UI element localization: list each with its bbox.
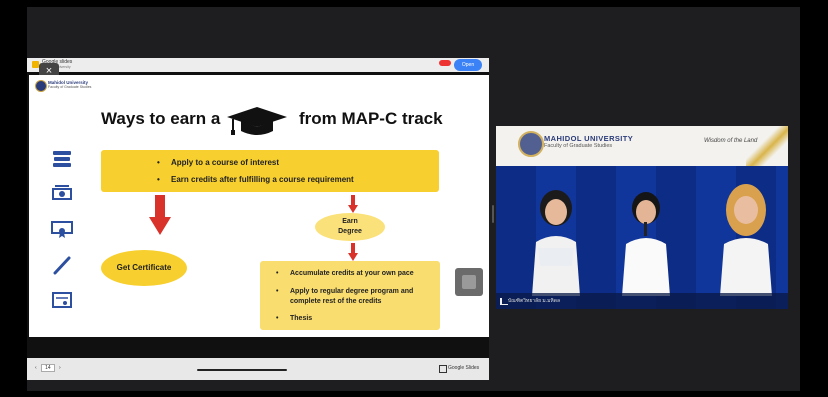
degree-step: • Accumulate credits at your own pace (276, 270, 414, 277)
arrow-down-to-degree-steps (348, 243, 358, 261)
diploma-icon (52, 292, 72, 308)
video-banner: MAHIDOL UNIVERSITY Faculty of Graduate S… (496, 126, 788, 166)
pane-splitter-handle[interactable] (492, 205, 494, 223)
certificate-icon (51, 221, 73, 238)
slide-title-left: Ways to earn a (101, 109, 221, 128)
viewer-bottom-bar: ‹ 14 › Google Slides (27, 358, 489, 380)
slide-viewer-window: Google slides Mahidol University Open × … (27, 58, 489, 380)
arrow-down-to-certificate (149, 195, 171, 235)
page-controls: ‹ 14 › (35, 364, 61, 372)
video-feed: MAHIDOL UNIVERSITY Faculty of Graduate S… (496, 126, 788, 309)
prev-page-button[interactable]: ‹ (35, 365, 37, 371)
earn-degree-oval: Earn Degree (315, 213, 385, 241)
next-page-button[interactable]: › (59, 365, 61, 371)
speaker-left (532, 190, 580, 296)
speaker-right (720, 184, 772, 296)
open-button[interactable]: Open (454, 59, 482, 71)
money-icon (52, 185, 72, 200)
speaker-middle (622, 192, 670, 296)
books-icon (53, 151, 71, 167)
app-label: Google Slides (448, 365, 480, 371)
page-number-input[interactable]: 14 (41, 364, 55, 372)
university-seal (518, 131, 544, 157)
slides-logo-icon (439, 365, 447, 373)
degree-step-continued: complete rest of the credits (290, 298, 382, 305)
banner-decoration (746, 126, 788, 166)
degree-step: • Thesis (276, 315, 313, 322)
slide-title-right: from MAP-C track (299, 109, 443, 128)
record-indicator[interactable] (439, 60, 451, 66)
side-panel-button[interactable] (455, 268, 483, 296)
scroll-indicator[interactable] (197, 369, 287, 371)
get-certificate-oval: Get Certificate (101, 250, 187, 286)
arrow-down-to-degree (348, 195, 358, 213)
course-step: • Earn credits after fulfilling a course … (157, 175, 354, 184)
viewer-title-bar: Google slides Mahidol University Open (27, 58, 489, 72)
course-step: • Apply to a course of interest (157, 158, 280, 167)
banner-faculty-name: Faculty of Graduate Studies (544, 143, 613, 149)
degree-step: • Apply to regular degree program and (276, 288, 414, 295)
video-caption-text: บัณฑิตวิทยาลัย ม.มหิดล (508, 298, 561, 304)
video-caption-bar: บัณฑิตวิทยาลัย ม.มหิดล (496, 293, 788, 309)
signal-bars-icon (500, 298, 508, 305)
graduation-cap-icon (227, 107, 287, 135)
logo-subtitle: Faculty of Graduate Studies (48, 85, 92, 89)
university-logo (35, 80, 47, 92)
banner-university-name: MAHIDOL UNIVERSITY (544, 134, 634, 143)
slides-app-icon (32, 61, 39, 68)
course-steps-box: • Apply to a course of interest • Earn cre… (101, 150, 439, 192)
presentation-slide: Mahidol University Faculty of Graduate S… (29, 75, 489, 337)
degree-steps-box: • Accumulate credits at your own pace • Ap… (260, 261, 440, 330)
pen-icon (53, 256, 71, 275)
